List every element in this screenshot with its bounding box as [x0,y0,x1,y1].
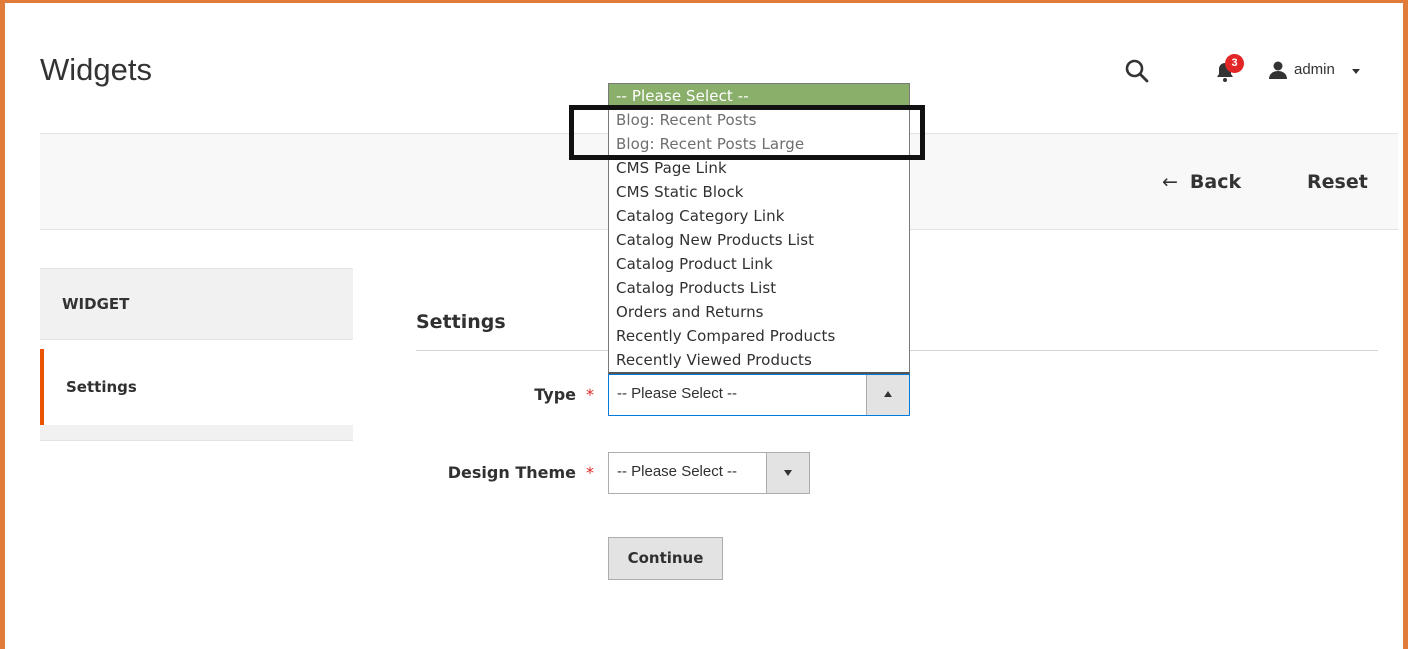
chevron-down-icon [784,470,792,476]
user-name: admin [1294,61,1335,78]
design-theme-select[interactable]: -- Please Select -- [608,452,810,494]
search-icon[interactable] [1124,58,1150,84]
type-select-value: -- Please Select -- [617,385,738,402]
sidebar-item-label: Settings [66,378,137,396]
type-label-text: Type [534,385,576,404]
arrow-left-icon: ← [1162,171,1178,193]
dropdown-option[interactable]: Catalog Products List [609,276,909,300]
design-theme-label: Design Theme * [420,463,594,482]
dropdown-option[interactable]: Catalog Product Link [609,252,909,276]
user-menu[interactable]: admin [1268,58,1388,84]
sidebar-item-settings[interactable]: Settings [40,349,353,425]
annotation-highlight-box [569,105,925,160]
dropdown-option[interactable]: Catalog New Products List [609,228,909,252]
dropdown-option[interactable]: Recently Compared Products [609,324,909,348]
sidebar-heading: WIDGET [40,268,353,340]
reset-button[interactable]: Reset [1307,171,1368,193]
back-button[interactable]: ← Back [1162,171,1241,193]
type-select-toggle[interactable] [866,375,909,415]
type-select[interactable]: -- Please Select -- [608,374,910,416]
type-label: Type * [490,385,594,404]
sidebar-footer [40,425,353,441]
section-title: Settings [416,311,506,333]
notifications-button[interactable]: 3 [1213,54,1247,84]
sidebar-heading-label: WIDGET [62,295,130,313]
notification-badge: 3 [1225,54,1244,73]
dropdown-option[interactable]: Recently Viewed Products [609,348,909,372]
user-icon [1269,61,1287,79]
continue-button[interactable]: Continue [608,537,723,580]
design-theme-label-text: Design Theme [447,463,576,482]
chevron-down-icon [1352,69,1360,74]
required-marker: * [586,385,594,404]
dropdown-option[interactable]: CMS Static Block [609,180,909,204]
dropdown-option[interactable]: Catalog Category Link [609,204,909,228]
design-theme-select-value: -- Please Select -- [617,463,738,480]
dropdown-option[interactable]: Orders and Returns [609,300,909,324]
required-marker: * [586,463,594,482]
chevron-up-icon [884,391,892,397]
design-theme-select-toggle[interactable] [766,453,809,493]
page-title: Widgets [40,52,152,87]
back-label: Back [1189,171,1242,193]
